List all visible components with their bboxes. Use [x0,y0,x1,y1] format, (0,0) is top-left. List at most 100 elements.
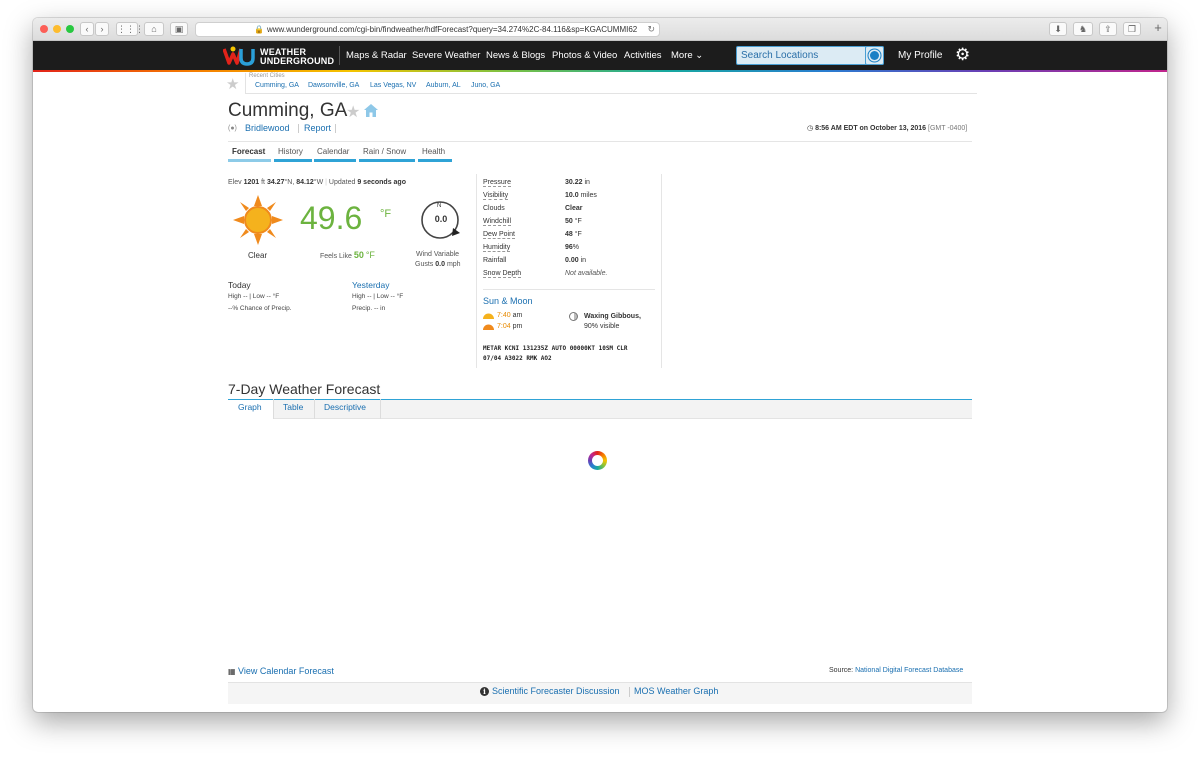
close-window-button[interactable] [40,25,48,33]
recent-city-link[interactable]: Juno, GA [471,82,500,89]
chevron-right-icon: › [100,24,104,34]
tab-rain-snow[interactable]: Rain / Snow [363,147,406,156]
share-button[interactable]: ⇪ [1099,22,1117,36]
rainfall-unit: in [580,257,587,264]
elevation-line: Elev 1201 ft 34.27°N, 84.12°W | Updated … [228,179,406,186]
extension-button[interactable]: ▣ [170,22,188,36]
mos-weather-graph-link[interactable]: MOS Weather Graph [634,686,718,696]
tabs-icon: ❐ [1127,24,1137,34]
tabs-overview-button[interactable]: ❐ [1123,22,1141,36]
location-search-button[interactable] [865,46,884,65]
forecaster-discussion-link[interactable]: Scientific Forecaster Discussion [492,686,620,696]
detail-label: Clouds [483,205,505,212]
tab-history[interactable]: History [278,147,303,156]
tab-calendar[interactable]: Calendar [317,147,349,156]
recent-cities-label: Recent Cities [249,73,285,79]
logo-line-2: UNDERGROUND [260,56,335,66]
detail-label[interactable]: Snow Depth [483,270,522,278]
gusts-prefix: Gusts [415,261,434,268]
station-link[interactable]: Bridlewood [245,123,290,133]
share-icon: ⇪ [1104,24,1112,34]
detail-value: 30.22 in [565,179,590,186]
browser-toolbar: ‹ › ⋮⋮⋮ ⌂ ▣ 🔒 www.wunderground.com/cgi-bi… [33,18,1167,41]
nav-severe-weather[interactable]: Severe Weather [412,50,480,61]
today-title: Today [228,280,251,290]
forecast-tab-table[interactable]: Table [283,402,303,412]
forward-button[interactable]: › [95,22,109,36]
dewpoint-value: 48 [565,231,573,238]
tab-forecast[interactable]: Forecast [232,147,265,156]
latitude-value: 34.27 [266,179,285,186]
search-input[interactable]: Search Locations [736,46,884,65]
minimize-window-button[interactable] [53,25,61,33]
extension-camel-button[interactable]: ♞ [1073,22,1093,36]
lock-icon: 🔒 [254,25,264,34]
source-link[interactable]: National Digital Forecast Database [855,667,963,674]
divider [483,289,655,290]
detail-label[interactable]: Pressure [483,179,512,187]
forecast-tab-descriptive[interactable]: Descriptive [324,402,366,412]
top-sites-button[interactable]: ⋮⋮⋮ [116,22,144,36]
url-text: www.wunderground.com/cgi-bin/findweather… [266,25,638,34]
recent-city-link[interactable]: Las Vegas, NV [370,82,416,89]
source-prefix: Source: [829,667,854,674]
star-icon[interactable]: ★ [226,75,239,93]
back-button[interactable]: ‹ [80,22,94,36]
my-profile-link[interactable]: My Profile [898,50,942,61]
nav-maps-radar[interactable]: Maps & Radar [346,50,407,61]
footer-divider [629,687,630,697]
updated-value: 9 seconds ago [357,179,406,186]
detail-label[interactable]: Visibility [483,192,509,200]
home-icon[interactable] [364,104,378,117]
updated-prefix: Updated [328,179,356,186]
view-calendar-forecast-link[interactable]: View Calendar Forecast [238,666,334,676]
nav-news-blogs[interactable]: News & Blogs [486,50,545,61]
logo-wordmark[interactable]: WEATHER UNDERGROUND [260,48,334,66]
recent-city-link[interactable]: Auburn, AL [426,82,461,89]
yesterday-link[interactable]: Yesterday [352,280,390,290]
elev-divider: | [325,179,327,186]
report-link[interactable]: Report [304,123,331,133]
favorite-star-icon[interactable]: ★ [346,102,360,122]
yesterday-precip: Precip. -- in [352,305,386,312]
detail-value: 50 °F [565,218,582,225]
calendar-icon: ▦ [228,667,236,676]
address-bar[interactable]: 🔒 www.wunderground.com/cgi-bin/findweathe… [195,22,660,37]
today-high-low: High -- | Low -- °F [228,293,280,300]
feels-like: Feels Like 50 °F [320,250,375,260]
lon-unit: °W [313,179,324,186]
search-placeholder: Search Locations [741,50,819,61]
home-icon: ⌂ [151,24,157,34]
forecast-tab-divider [380,399,381,419]
detail-value: 48 °F [565,231,582,238]
forecast-tab-graph[interactable]: Graph [238,402,262,412]
recent-city-link[interactable]: Dawsonville, GA [308,82,359,89]
zoom-window-button[interactable] [66,25,74,33]
humidity-value: 96 [565,244,573,251]
detail-label[interactable]: Humidity [483,244,511,252]
metar-text: METAR KCNI 131235Z AUTO 00000KT 10SM CLR… [483,344,628,364]
elev-unit: ft [261,179,265,186]
nav-more[interactable]: More ⌄ [671,50,703,61]
nav-photos-video[interactable]: Photos & Video [552,50,617,61]
target-icon [870,51,879,60]
nav-activities[interactable]: Activities [624,50,661,61]
windchill-value: 50 [565,218,573,225]
gear-icon[interactable]: ⚙ [955,46,970,63]
detail-value: 0.00 in [565,257,586,264]
new-tab-button[interactable]: + [1150,21,1166,36]
recent-city-link[interactable]: Cumming, GA [255,82,299,89]
reload-icon[interactable]: ↻ [647,23,655,36]
feels-value: 50 [353,250,364,260]
home-button[interactable]: ⌂ [144,22,164,36]
downloads-button[interactable]: ⬇ [1049,22,1067,36]
wu-logo-icon[interactable] [223,45,255,67]
moon-phase: Waxing Gibbous, 90% visible [584,312,641,332]
extension-icon: ▣ [174,24,184,34]
detail-label[interactable]: Windchill [483,218,512,226]
detail-label[interactable]: Dew Point [483,231,515,239]
nav-rainbow-stripe [33,70,1167,72]
divider [228,141,972,142]
sun-moon-link[interactable]: Sun & Moon [483,296,533,306]
tab-health[interactable]: Health [422,147,445,156]
